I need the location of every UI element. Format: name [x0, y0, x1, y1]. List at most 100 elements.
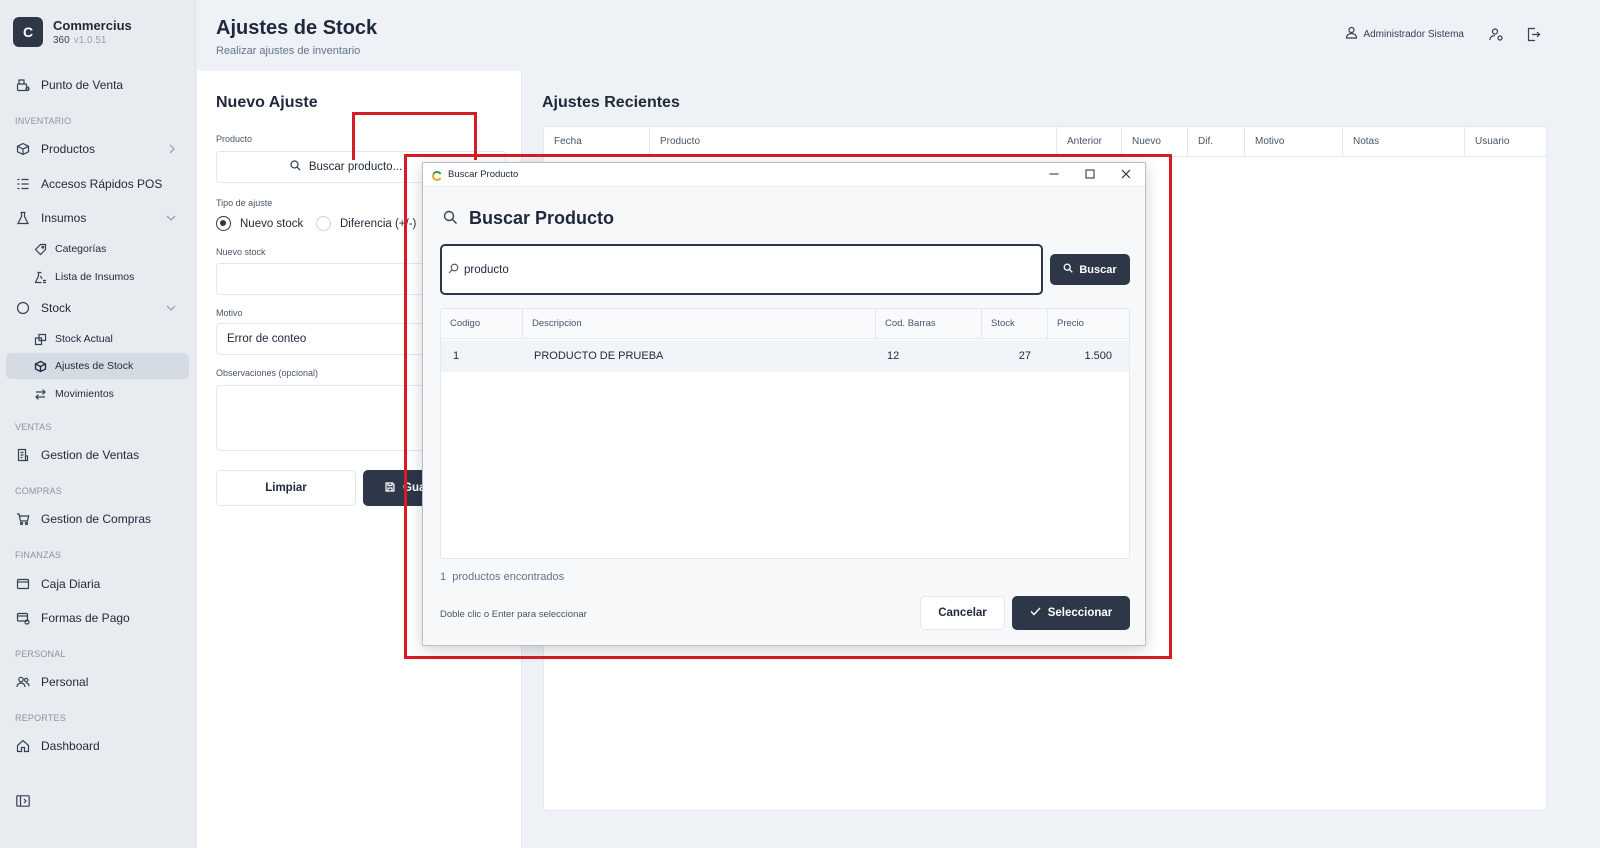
selection-hint: Doble clic o Enter para seleccionar	[440, 609, 587, 620]
cell-codigo: 1	[453, 350, 460, 362]
circle-icon	[16, 301, 30, 315]
sidebar-item-categorias[interactable]: Categorías	[6, 236, 189, 262]
cart-icon	[16, 512, 30, 526]
buscar-label: Buscar	[1079, 263, 1117, 276]
column-header[interactable]: Producto	[650, 127, 1057, 157]
search-field-icon	[448, 263, 459, 277]
radio-unselected-icon	[316, 216, 331, 231]
sidebar-collapse-icon[interactable]	[16, 795, 30, 810]
user-settings-icon[interactable]	[1489, 27, 1504, 45]
section-compras: COMPRAS	[15, 486, 62, 496]
sidebar-item-dashboard[interactable]: Dashboard	[6, 733, 189, 759]
save-icon	[385, 481, 395, 495]
home-icon	[16, 739, 30, 753]
limpiar-button[interactable]: Limpiar	[216, 470, 356, 506]
radio-selected-icon	[216, 216, 231, 231]
column-header[interactable]: Nuevo	[1122, 127, 1188, 157]
radio-nuevo-stock[interactable]: Nuevo stock	[216, 216, 303, 231]
user-menu[interactable]: Administrador Sistema	[1345, 26, 1464, 42]
sidebar-item-caja-diaria[interactable]: Caja Diaria	[6, 571, 189, 597]
cell-cod-barras: 12	[887, 350, 900, 362]
search-value: producto	[464, 263, 509, 276]
box-icon	[16, 142, 30, 156]
radio-label: Nuevo stock	[240, 217, 304, 230]
column-header[interactable]: Dif.	[1188, 127, 1245, 157]
cash-register-icon	[16, 78, 30, 92]
maximize-icon[interactable]	[1084, 168, 1096, 183]
page-title: Ajustes de Stock	[216, 17, 378, 39]
sidebar-item-ajustes-stock[interactable]: Ajustes de Stock	[6, 353, 189, 379]
section-reportes: REPORTES	[15, 713, 66, 723]
sidebar-item-insumos[interactable]: Insumos	[6, 205, 189, 231]
section-inventario: INVENTARIO	[15, 116, 72, 126]
chevron-right-icon	[167, 143, 177, 158]
sidebar-item-stock[interactable]: Stock	[6, 295, 189, 321]
column-header[interactable]: Anterior	[1057, 127, 1122, 157]
window-title: Buscar Producto	[448, 169, 519, 180]
nuevo-stock-label: Nuevo stock	[216, 247, 266, 257]
list-icon	[16, 177, 30, 191]
buscar-button[interactable]: Buscar	[1050, 254, 1130, 285]
sidebar-item-personal[interactable]: Personal	[6, 669, 189, 695]
cancelar-button[interactable]: Cancelar	[920, 596, 1005, 630]
search-icon	[443, 210, 458, 228]
column-header[interactable]: Stock	[982, 309, 1048, 339]
close-icon[interactable]	[1120, 168, 1132, 183]
search-input[interactable]: producto	[440, 244, 1043, 295]
sidebar-item-label: Gestion de Ventas	[41, 448, 140, 462]
sidebar-item-productos[interactable]: Productos	[6, 136, 189, 162]
minimize-icon[interactable]	[1048, 168, 1060, 183]
seleccionar-button[interactable]: Seleccionar	[1012, 596, 1130, 630]
tipo-ajuste-label: Tipo de ajuste	[216, 198, 273, 208]
column-header[interactable]: Cod. Barras	[876, 309, 982, 339]
sidebar-item-label: Caja Diaria	[41, 577, 101, 591]
sidebar-item-label: Lista de Insumos	[55, 271, 135, 283]
sidebar-item-lista-insumos[interactable]: Lista de Insumos	[6, 264, 189, 290]
radio-diferencia[interactable]: Diferencia (+/-)	[316, 216, 416, 231]
search-icon	[290, 160, 301, 174]
column-header[interactable]: Descripcion	[523, 309, 876, 339]
wallet-icon	[16, 577, 30, 591]
column-header[interactable]: Motivo	[1245, 127, 1343, 157]
sidebar-item-accesos-rapidos[interactable]: Accesos Rápidos POS	[6, 171, 189, 197]
card-settings-icon	[16, 611, 30, 625]
column-header[interactable]: Fecha	[544, 127, 650, 157]
buscar-producto-dialog: Buscar Producto Buscar Producto producto…	[422, 162, 1146, 646]
brand-version: v1.0.51	[73, 35, 107, 46]
section-personal: PERSONAL	[15, 649, 66, 659]
flask-list-icon	[34, 271, 47, 284]
arrows-swap-icon	[34, 388, 47, 401]
sidebar-item-punto-de-venta[interactable]: Punto de Venta	[6, 72, 189, 98]
annotation-box	[352, 112, 477, 160]
sidebar-item-label: Productos	[41, 142, 96, 156]
column-header[interactable]: Codigo	[441, 309, 523, 339]
user-icon	[1345, 26, 1358, 42]
panel-title: Nuevo Ajuste	[216, 94, 318, 111]
producto-label: Producto	[216, 134, 253, 144]
sidebar-item-formas-pago[interactable]: Formas de Pago	[6, 605, 189, 631]
logout-icon[interactable]	[1526, 27, 1541, 45]
window-titlebar: Buscar Producto	[423, 163, 1145, 187]
recent-title: Ajustes Recientes	[542, 94, 680, 111]
sidebar-item-gestion-compras[interactable]: Gestion de Compras	[6, 506, 189, 532]
sidebar-item-label: Punto de Venta	[41, 78, 124, 92]
column-header[interactable]: Precio	[1048, 309, 1129, 339]
sidebar-item-gestion-ventas[interactable]: Gestion de Ventas	[6, 442, 189, 468]
sidebar-item-label: Formas de Pago	[41, 611, 130, 625]
results-count-text: productos encontrados	[452, 571, 565, 583]
sidebar-item-movimientos[interactable]: Movimientos	[6, 381, 189, 407]
users-icon	[16, 675, 30, 689]
column-header[interactable]: Notas	[1343, 127, 1465, 157]
sidebar-item-label: Accesos Rápidos POS	[41, 177, 163, 191]
cell-descripcion: PRODUCTO DE PRUEBA	[534, 350, 664, 362]
section-finanzas: FINANZAS	[15, 550, 62, 560]
sidebar-item-label: Categorías	[55, 243, 107, 255]
column-header[interactable]: Usuario	[1465, 127, 1548, 157]
search-icon	[1063, 263, 1074, 276]
chevron-down-icon	[165, 302, 177, 317]
header: Ajustes de Stock Realizar ajustes de inv…	[197, 0, 1600, 70]
table-row[interactable]: 1 PRODUCTO DE PRUEBA 12 27 1.500	[441, 340, 1129, 372]
flask-icon	[16, 211, 30, 225]
sidebar-item-label: Gestion de Compras	[41, 512, 152, 526]
sidebar-item-stock-actual[interactable]: Stock Actual	[6, 326, 189, 352]
